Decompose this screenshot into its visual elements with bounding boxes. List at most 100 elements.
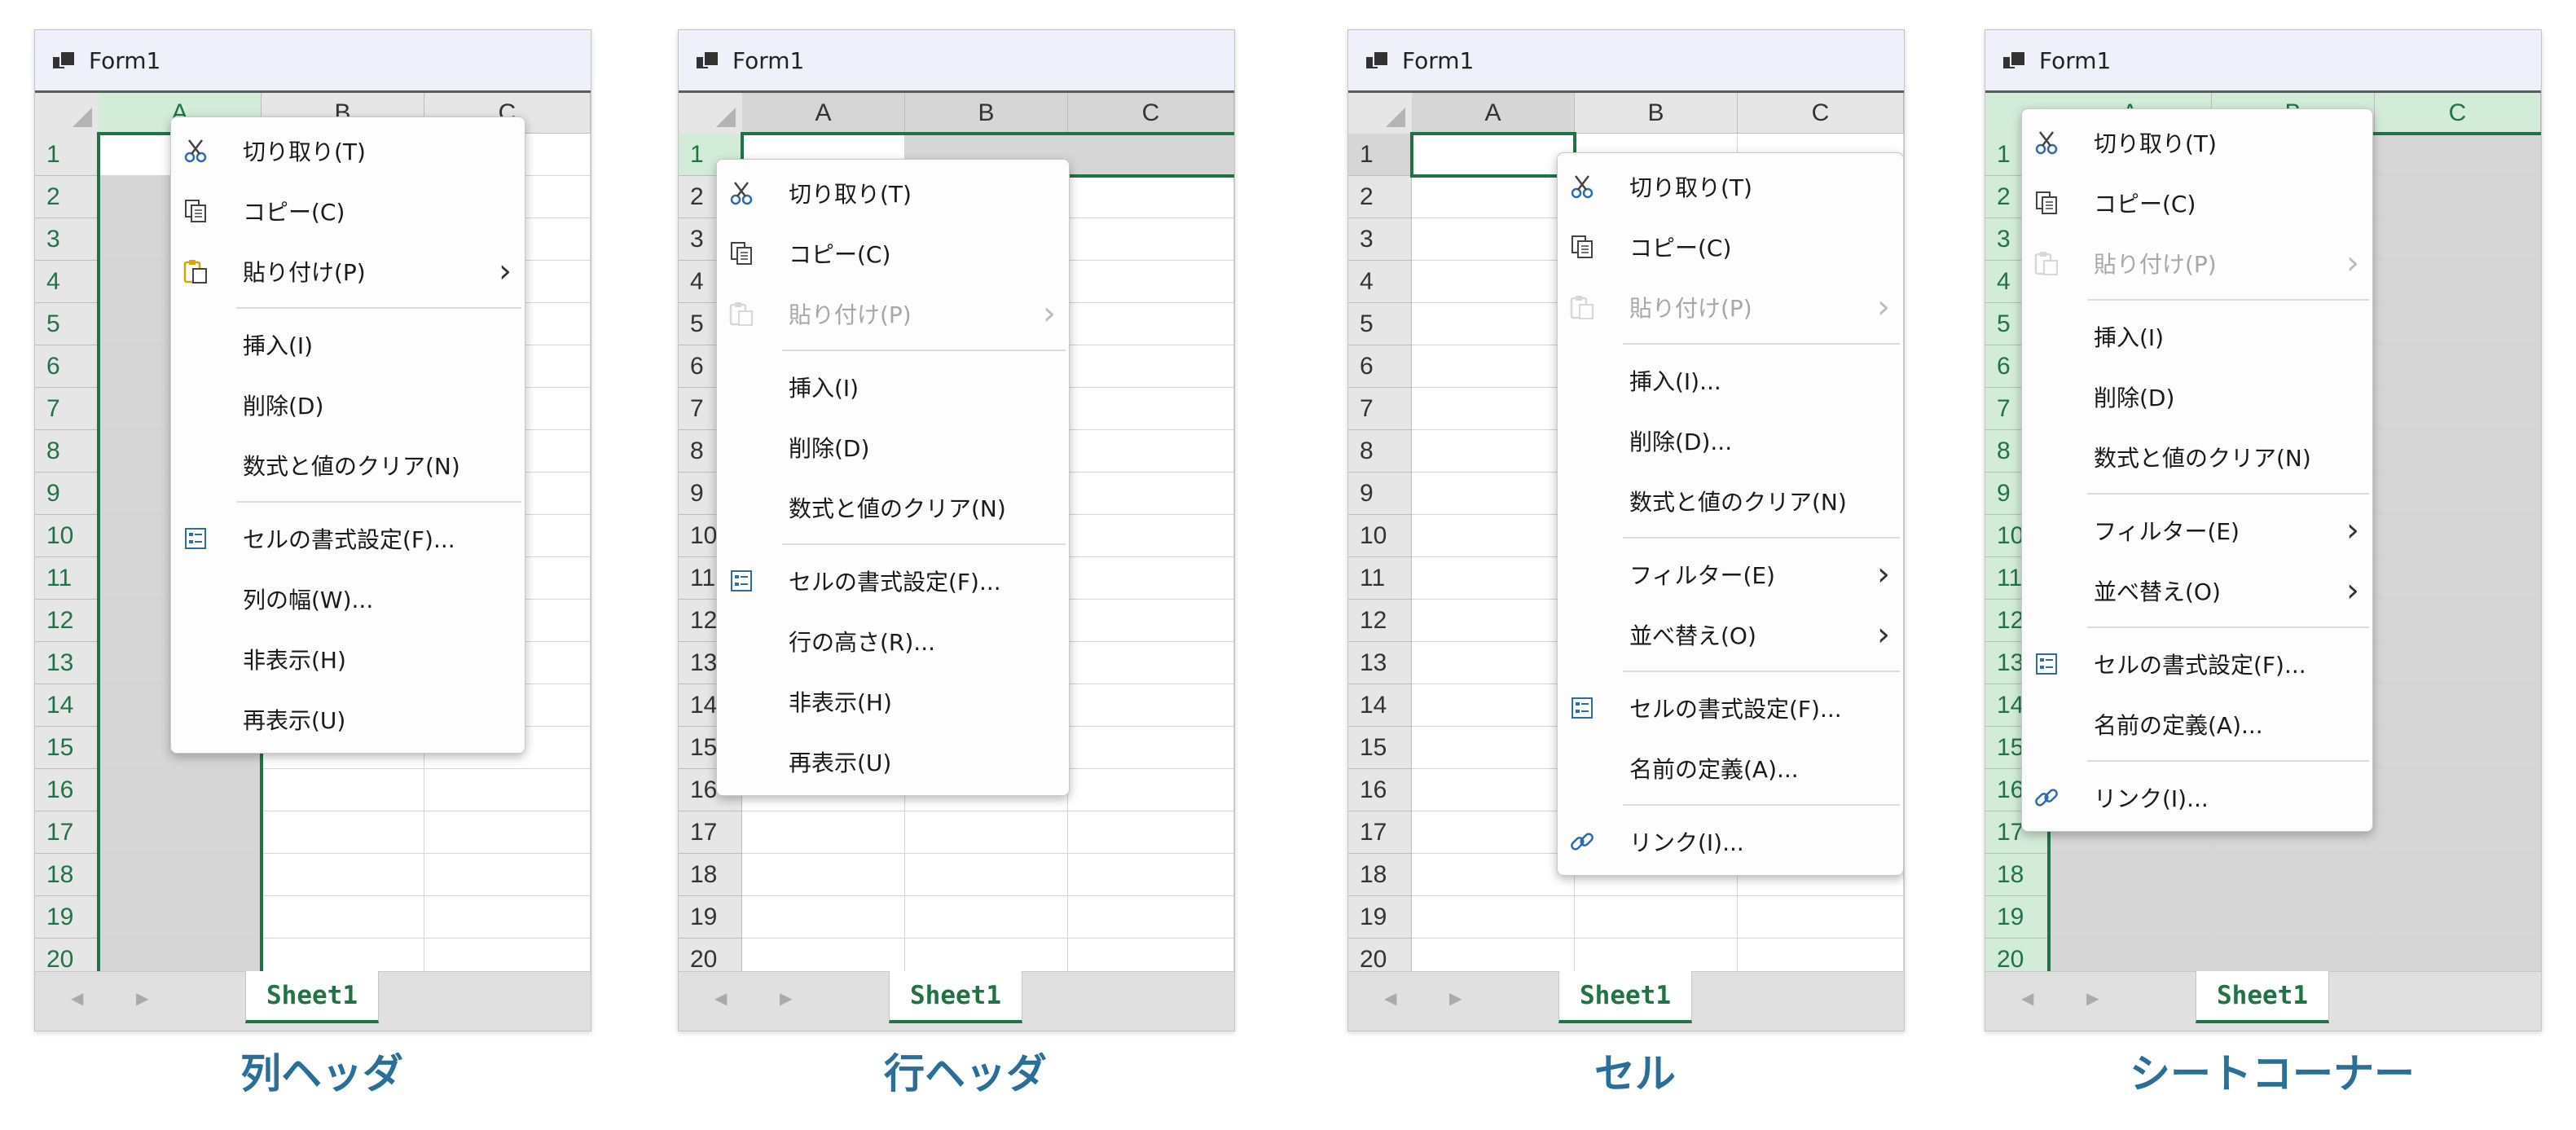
column-header-b[interactable]: B [1575,93,1738,134]
tab-scroll-left-icon[interactable]: ◀ [71,988,83,1008]
cell-b19[interactable] [1575,896,1738,939]
cell-c19[interactable] [1068,896,1234,939]
tab-scroll-left-icon[interactable]: ◀ [714,988,727,1008]
cell-c16[interactable] [1068,769,1234,811]
menu-item[interactable]: 挿入(I) [717,357,1069,417]
menu-item[interactable]: コピー(C) [717,223,1069,284]
menu-item[interactable]: リンク(I)... [2022,767,2372,828]
row-header-18[interactable]: 18 [1985,854,2049,896]
cell-b18[interactable] [905,854,1068,896]
menu-item[interactable]: 再表示(U) [171,689,525,750]
column-header-b[interactable]: B [905,93,1068,134]
title-bar[interactable]: Form1 [35,30,591,93]
cell-b18[interactable] [2212,854,2375,896]
menu-item[interactable]: 削除(D) [2022,367,2372,427]
row-header-16[interactable]: 16 [35,769,99,811]
row-header-7[interactable]: 7 [1348,388,1412,430]
cell-a17[interactable] [742,811,905,854]
cell-c17[interactable] [1068,811,1234,854]
row-header-8[interactable]: 8 [35,430,99,473]
cell-a18[interactable] [2049,854,2212,896]
menu-item[interactable]: 挿入(I)... [1558,350,1903,411]
cell-a14[interactable] [1412,684,1575,727]
cell-c6[interactable] [1068,345,1234,388]
cell-a19[interactable] [1412,896,1575,939]
cell-c3[interactable] [1068,218,1234,261]
cell-c13[interactable] [2375,642,2541,684]
menu-item[interactable]: 削除(D)... [1558,411,1903,471]
row-header-5[interactable]: 5 [35,303,99,345]
cell-c9[interactable] [1068,473,1234,515]
cell-a9[interactable] [1412,473,1575,515]
menu-item[interactable]: 数式と値のクリア(N) [717,477,1069,538]
cell-a16[interactable] [1412,769,1575,811]
row-header-17[interactable]: 17 [1348,811,1412,854]
cell-c6[interactable] [2375,345,2541,388]
row-header-19[interactable]: 19 [1348,896,1412,939]
cell-a2[interactable] [1412,176,1575,218]
row-header-17[interactable]: 17 [35,811,99,854]
menu-item[interactable]: セルの書式設定(F)... [2022,634,2372,694]
menu-item[interactable]: セルの書式設定(F)... [171,508,525,569]
cell-c8[interactable] [2375,430,2541,473]
cell-a1[interactable] [1412,134,1575,176]
menu-item[interactable]: 数式と値のクリア(N) [171,435,525,495]
cell-a19[interactable] [742,896,905,939]
cell-b16[interactable] [262,769,424,811]
cell-b19[interactable] [262,896,424,939]
column-header-a[interactable]: A [742,93,905,134]
menu-item[interactable]: 非表示(H) [171,629,525,689]
cell-a13[interactable] [1412,642,1575,684]
row-header-1[interactable]: 1 [35,134,99,176]
row-header-10[interactable]: 10 [1348,515,1412,557]
cell-c8[interactable] [1068,430,1234,473]
cell-a18[interactable] [742,854,905,896]
row-header-3[interactable]: 3 [35,218,99,261]
row-header-18[interactable]: 18 [35,854,99,896]
cell-c3[interactable] [2375,218,2541,261]
cell-c16[interactable] [2375,769,2541,811]
cell-c10[interactable] [2375,515,2541,557]
cell-c11[interactable] [1068,557,1234,600]
menu-item[interactable]: 切り取り(T) [2022,112,2372,173]
row-header-19[interactable]: 19 [1985,896,2049,939]
menu-item[interactable]: 貼り付け(P) › [171,241,525,301]
row-header-6[interactable]: 6 [1348,345,1412,388]
tab-scroll-right-icon[interactable]: ▶ [136,988,148,1008]
cell-a19[interactable] [99,896,262,939]
cell-c1[interactable] [2375,134,2541,176]
row-header-11[interactable]: 11 [1348,557,1412,600]
column-header-a[interactable]: A [1412,93,1575,134]
cell-a10[interactable] [1412,515,1575,557]
cell-c19[interactable] [2375,896,2541,939]
row-header-10[interactable]: 10 [35,515,99,557]
tab-scroll-left-icon[interactable]: ◀ [2021,988,2033,1008]
cell-a5[interactable] [1412,303,1575,345]
title-bar[interactable]: Form1 [1348,30,1904,93]
menu-item[interactable]: 切り取り(T) [1558,156,1903,217]
cell-c7[interactable] [1068,388,1234,430]
cell-c13[interactable] [1068,642,1234,684]
cell-c15[interactable] [1068,727,1234,769]
menu-item[interactable]: 挿入(I) [2022,306,2372,367]
tab-scroll-left-icon[interactable]: ◀ [1384,988,1396,1008]
column-header-c[interactable]: C [2375,93,2541,134]
menu-item[interactable]: 再表示(U) [717,732,1069,792]
menu-item[interactable]: 名前の定義(A)... [2022,694,2372,754]
cell-c15[interactable] [2375,727,2541,769]
column-header-c[interactable]: C [1738,93,1904,134]
cell-c14[interactable] [1068,684,1234,727]
cell-a4[interactable] [1412,261,1575,303]
row-header-15[interactable]: 15 [35,727,99,769]
row-header-3[interactable]: 3 [1348,218,1412,261]
row-header-2[interactable]: 2 [35,176,99,218]
menu-item[interactable]: 数式と値のクリア(N) [2022,427,2372,487]
row-header-11[interactable]: 11 [35,557,99,600]
cell-a18[interactable] [99,854,262,896]
cell-a16[interactable] [99,769,262,811]
row-header-12[interactable]: 12 [35,600,99,642]
cell-a7[interactable] [1412,388,1575,430]
menu-item[interactable]: 名前の定義(A)... [1558,738,1903,798]
row-header-2[interactable]: 2 [1348,176,1412,218]
tab-scroll-right-icon[interactable]: ▶ [780,988,792,1008]
